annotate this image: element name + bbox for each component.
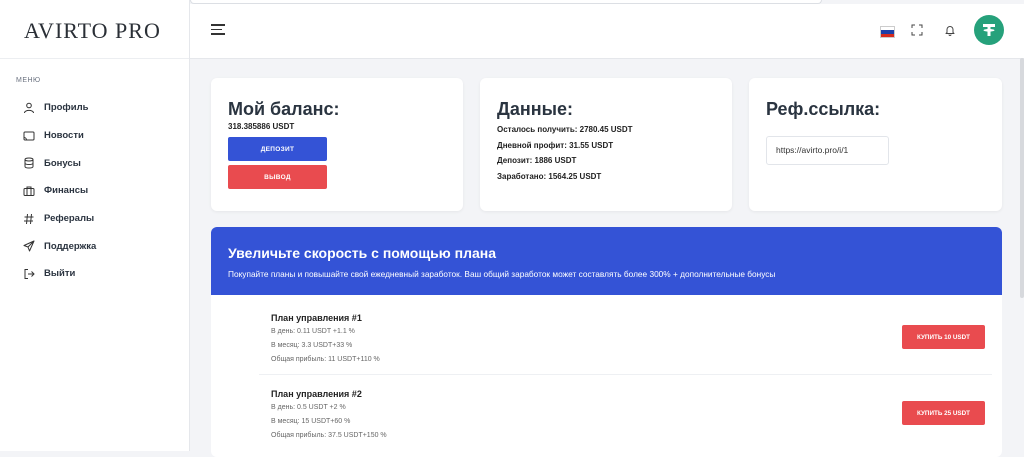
sidebar-item-finance[interactable]: Финансы bbox=[0, 177, 189, 205]
balance-title: Мой баланс: bbox=[228, 99, 340, 119]
sidebar-item-profile[interactable]: Профиль bbox=[0, 94, 189, 122]
plan-per-day: В день: 0.11 USDT +1.1 % bbox=[271, 328, 355, 335]
sidebar-item-label: Рефералы bbox=[44, 213, 95, 225]
withdraw-button[interactable]: ВЫВОД bbox=[228, 165, 327, 189]
data-remaining: Осталось получить: 2780.45 USDT bbox=[497, 125, 633, 134]
sidebar: AVIRTO PRO МЕНЮ Профиль Новости Бонусы Ф… bbox=[0, 0, 190, 451]
buy-plan-2-button[interactable]: КУПИТЬ 25 USDT bbox=[902, 401, 985, 425]
plan-per-day: В день: 0.5 USDT +2 % bbox=[271, 404, 346, 411]
data-card: Данные: Осталось получить: 2780.45 USDT … bbox=[480, 78, 732, 211]
cast-icon bbox=[22, 129, 36, 143]
sidebar-menu: Профиль Новости Бонусы Финансы Рефералы bbox=[0, 94, 189, 288]
sidebar-item-bonuses[interactable]: Бонусы bbox=[0, 149, 189, 177]
database-icon bbox=[22, 156, 36, 170]
menu-icon[interactable] bbox=[211, 24, 225, 36]
balance-card: Мой баланс: 318.385886 USDT ДЕПОЗИТ ВЫВО… bbox=[211, 78, 463, 211]
plans-header: Увеличьте скорость с помощью плана Покуп… bbox=[211, 227, 1002, 295]
sidebar-item-support[interactable]: Поддержка bbox=[0, 232, 189, 260]
plan-total: Общая прибыль: 37.5 USDT+150 % bbox=[271, 432, 387, 439]
send-icon bbox=[22, 239, 36, 253]
hash-icon bbox=[22, 212, 36, 226]
referral-card: Реф.ссылка: https://avirto.pro/i/1 bbox=[749, 78, 1002, 211]
logout-icon bbox=[22, 267, 36, 281]
deposit-button[interactable]: ДЕПОЗИТ bbox=[228, 137, 327, 161]
plan-name: План управления #2 bbox=[271, 389, 362, 399]
user-icon bbox=[22, 101, 36, 115]
sidebar-item-label: Поддержка bbox=[44, 240, 97, 252]
sidebar-item-label: Финансы bbox=[44, 185, 89, 197]
plan-item: План управления #1 В день: 0.11 USDT +1.… bbox=[211, 295, 1002, 375]
logo[interactable]: AVIRTO PRO bbox=[0, 0, 189, 59]
referral-title: Реф.ссылка: bbox=[766, 99, 881, 119]
sidebar-item-referrals[interactable]: Рефералы bbox=[0, 205, 189, 233]
plan-per-month: В месяц: 3.3 USDT+33 % bbox=[271, 342, 353, 349]
buy-plan-1-button[interactable]: КУПИТЬ 10 USDT bbox=[902, 325, 985, 349]
sidebar-item-label: Новости bbox=[44, 130, 84, 142]
sidebar-item-label: Выйти bbox=[44, 268, 76, 280]
sidebar-item-news[interactable]: Новости bbox=[0, 122, 189, 150]
plan-per-month: В месяц: 15 USDT+60 % bbox=[271, 418, 351, 425]
top-header bbox=[190, 4, 1024, 59]
data-title: Данные: bbox=[497, 99, 573, 119]
flag-ru-icon[interactable] bbox=[880, 26, 895, 38]
data-daily-profit: Дневной профит: 31.55 USDT bbox=[497, 140, 614, 150]
data-earned: Заработано: 1564.25 USDT bbox=[497, 171, 602, 181]
data-rows: Осталось получить: 2780.45 USDT Дневной … bbox=[497, 122, 633, 184]
plans-title: Увеличьте скорость с помощью плана bbox=[228, 245, 497, 261]
data-deposit: Депозит: 1886 USDT bbox=[497, 156, 577, 165]
balance-amount: 318.385886 USDT bbox=[228, 122, 295, 131]
plans-section: Увеличьте скорость с помощью плана Покуп… bbox=[211, 227, 1002, 457]
plan-total: Общая прибыль: 11 USDT+110 % bbox=[271, 356, 380, 363]
plans-subtitle: Покупайте планы и повышайте свой ежеднев… bbox=[228, 269, 776, 279]
sidebar-item-logout[interactable]: Выйти bbox=[0, 260, 189, 288]
briefcase-icon bbox=[22, 184, 36, 198]
fullscreen-icon[interactable] bbox=[909, 22, 925, 38]
referral-link-field[interactable]: https://avirto.pro/i/1 bbox=[766, 136, 889, 165]
bell-icon[interactable] bbox=[942, 22, 958, 38]
sidebar-item-label: Бонусы bbox=[44, 157, 81, 169]
menu-title: МЕНЮ bbox=[16, 77, 41, 84]
plan-name: План управления #1 bbox=[271, 313, 362, 323]
page-scrollbar[interactable] bbox=[1020, 58, 1024, 298]
tether-avatar-icon[interactable] bbox=[974, 15, 1004, 45]
sidebar-item-label: Профиль bbox=[44, 102, 89, 114]
plan-item: План управления #2 В день: 0.5 USDT +2 %… bbox=[211, 375, 1002, 455]
